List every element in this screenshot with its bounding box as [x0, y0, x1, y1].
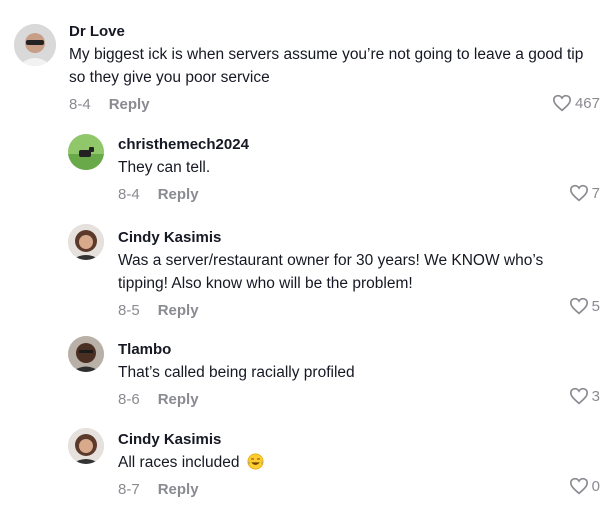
- comment-date: 8-6: [118, 391, 140, 408]
- like-button[interactable]: 3: [569, 387, 600, 405]
- like-count: 0: [591, 477, 600, 495]
- comment-text: Was a server/restaurant owner for 30 yea…: [118, 252, 544, 292]
- user-avatar-icon: [68, 428, 104, 464]
- reply-comment-item: Tlambo That’s called being racially prof…: [0, 336, 612, 416]
- comment-username[interactable]: Cindy Kasimis: [118, 431, 588, 449]
- comment-username[interactable]: Cindy Kasimis: [118, 229, 588, 247]
- face-with-tears-of-joy-icon: [247, 453, 264, 470]
- comment-text: That’s called being racially profiled: [118, 364, 355, 381]
- like-count: 5: [591, 297, 600, 315]
- user-avatar-icon: [68, 224, 104, 260]
- reply-button[interactable]: Reply: [158, 391, 199, 408]
- user-avatar-icon: [14, 24, 56, 66]
- user-avatar-icon: [68, 134, 104, 170]
- reply-comment-item: Cindy Kasimis All races included 8-7 Rep…: [0, 426, 612, 506]
- comment-username[interactable]: Dr Love: [69, 23, 594, 41]
- reply-comment-item: christhemech2024 They can tell. 8-4 Repl…: [0, 132, 612, 212]
- comment-date: 8-5: [118, 302, 140, 319]
- like-count: 3: [591, 387, 600, 405]
- comment-date: 8-7: [118, 481, 140, 498]
- reply-button[interactable]: Reply: [158, 186, 199, 203]
- reply-button[interactable]: Reply: [109, 96, 150, 113]
- comment-text-line: All races included: [118, 451, 588, 474]
- comment-username[interactable]: Tlambo: [118, 341, 588, 359]
- comment-item: Dr Love My biggest ick is when servers a…: [0, 18, 612, 118]
- like-count: 7: [591, 184, 600, 202]
- comment-text: They can tell.: [118, 159, 211, 176]
- avatar[interactable]: [68, 336, 104, 372]
- user-avatar-icon: [68, 336, 104, 372]
- avatar[interactable]: [68, 428, 104, 464]
- like-button[interactable]: 467: [552, 94, 600, 112]
- reply-button[interactable]: Reply: [158, 302, 199, 319]
- heart-outline-icon: [569, 297, 588, 315]
- avatar[interactable]: [68, 224, 104, 260]
- reply-button[interactable]: Reply: [158, 481, 199, 498]
- like-button[interactable]: 5: [569, 297, 600, 315]
- comment-date: 8-4: [118, 186, 140, 203]
- reply-comment-item: Cindy Kasimis Was a server/restaurant ow…: [0, 224, 612, 324]
- heart-outline-icon: [552, 94, 571, 112]
- heart-outline-icon: [569, 477, 588, 495]
- comment-date: 8-4: [69, 96, 91, 113]
- heart-outline-icon: [569, 184, 588, 202]
- like-count: 467: [574, 94, 600, 112]
- comment-text: All races included: [118, 454, 240, 471]
- heart-outline-icon: [569, 387, 588, 405]
- avatar[interactable]: [68, 134, 104, 170]
- comment-username[interactable]: christhemech2024: [118, 136, 588, 154]
- avatar[interactable]: [14, 24, 56, 66]
- comment-text: My biggest ick is when servers assume yo…: [69, 46, 584, 86]
- like-button[interactable]: 0: [569, 477, 600, 495]
- like-button[interactable]: 7: [569, 184, 600, 202]
